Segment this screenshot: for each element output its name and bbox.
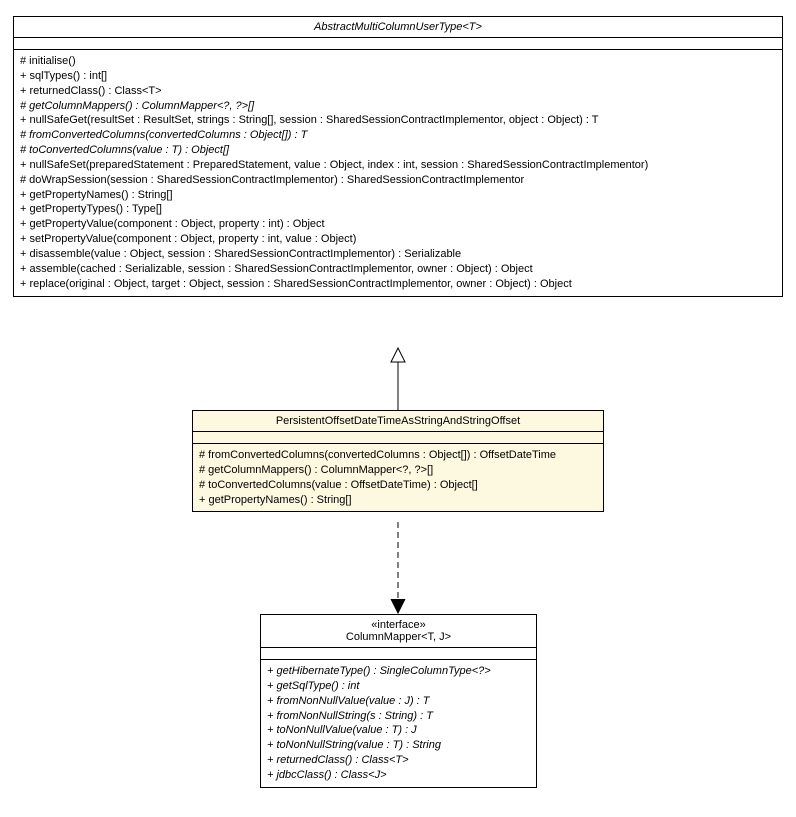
member-row: + getPropertyNames() : String[] [199, 493, 597, 508]
class-title-compartment: PersistentOffsetDateTimeAsStringAndStrin… [193, 411, 603, 432]
member-row: # toConvertedColumns(value : OffsetDateT… [199, 478, 597, 493]
member-row: + nullSafeSet(preparedStatement : Prepar… [20, 158, 776, 173]
member-row: + jdbcClass() : Class<J> [267, 768, 530, 783]
member-row: # toConvertedColumns(value : T) : Object… [20, 143, 776, 158]
member-row: + toNonNullString(value : T) : String [267, 738, 530, 753]
class-operations-compartment: + getHibernateType() : SingleColumnType<… [261, 660, 536, 787]
class-abstract-multicolumn-usertype: AbstractMultiColumnUserType<T> # initial… [13, 16, 783, 297]
member-row: # doWrapSession(session : SharedSessionC… [20, 173, 776, 188]
member-row: + fromNonNullValue(value : J) : T [267, 694, 530, 709]
member-row: + setPropertyValue(component : Object, p… [20, 232, 776, 247]
class-operations-compartment: # initialise()+ sqlTypes() : int[]+ retu… [14, 50, 782, 296]
class-attributes-compartment [193, 432, 603, 444]
class-title-compartment: AbstractMultiColumnUserType<T> [14, 17, 782, 38]
member-row: # getColumnMappers() : ColumnMapper<?, ?… [199, 463, 597, 478]
class-column-mapper: «interface» ColumnMapper<T, J> + getHibe… [260, 614, 537, 788]
member-row: # getColumnMappers() : ColumnMapper<?, ?… [20, 99, 776, 114]
class-operations-compartment: # fromConvertedColumns(convertedColumns … [193, 444, 603, 511]
member-row: # fromConvertedColumns(convertedColumns … [20, 128, 776, 143]
member-row: + getPropertyValue(component : Object, p… [20, 217, 776, 232]
member-row: + returnedClass() : Class<T> [267, 753, 530, 768]
member-row: + fromNonNullString(s : String) : T [267, 709, 530, 724]
class-name: PersistentOffsetDateTimeAsStringAndStrin… [199, 415, 597, 427]
stereotype-label: «interface» [267, 619, 530, 631]
member-row: + getHibernateType() : SingleColumnType<… [267, 664, 530, 679]
member-row: # initialise() [20, 54, 776, 69]
class-attributes-compartment [261, 648, 536, 660]
class-attributes-compartment [14, 38, 782, 50]
class-name: AbstractMultiColumnUserType<T> [20, 21, 776, 33]
member-row: + returnedClass() : Class<T> [20, 84, 776, 99]
member-row: + nullSafeGet(resultSet : ResultSet, str… [20, 113, 776, 128]
member-row: + getSqlType() : int [267, 679, 530, 694]
member-row: + disassemble(value : Object, session : … [20, 247, 776, 262]
class-title-compartment: «interface» ColumnMapper<T, J> [261, 615, 536, 648]
member-row: + replace(original : Object, target : Ob… [20, 277, 776, 292]
class-persistent-offset-datetime: PersistentOffsetDateTimeAsStringAndStrin… [192, 410, 604, 512]
class-name: ColumnMapper<T, J> [267, 631, 530, 643]
member-row: + sqlTypes() : int[] [20, 69, 776, 84]
member-row: + getPropertyTypes() : Type[] [20, 202, 776, 217]
member-row: + getPropertyNames() : String[] [20, 188, 776, 203]
member-row: + assemble(cached : Serializable, sessio… [20, 262, 776, 277]
member-row: + toNonNullValue(value : T) : J [267, 723, 530, 738]
member-row: # fromConvertedColumns(convertedColumns … [199, 448, 597, 463]
